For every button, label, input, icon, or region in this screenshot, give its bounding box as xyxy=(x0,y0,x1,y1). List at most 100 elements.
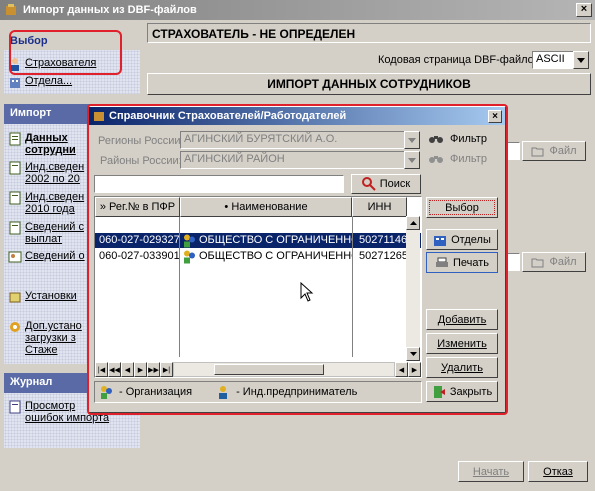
binoculars-icon xyxy=(429,136,443,143)
organization-icon xyxy=(184,234,195,248)
search-button[interactable]: Поиск xyxy=(351,174,421,194)
sidebar-item-label: Сведений о xyxy=(25,250,85,262)
sidebar-item-label-line: Данных xyxy=(25,132,68,144)
sidebar-item-import-payments[interactable]: Сведений с выплат xyxy=(8,221,84,245)
sidebar-item-otdel[interactable]: Отдела... xyxy=(8,75,72,89)
import-employees-button[interactable]: ИМПОРТ ДАННЫХ СОТРУДНИКОВ xyxy=(147,73,591,95)
filter-label: Фильтр xyxy=(450,153,487,165)
window-titlebar: Импорт данных из DBF-файлов × xyxy=(0,0,595,20)
sidebar-item-label: Отдела... xyxy=(25,75,73,87)
column-header-reg[interactable]: » Рег.№ в ПФР xyxy=(95,197,180,217)
edit-button[interactable]: Изменить xyxy=(426,333,498,354)
district-select[interactable]: АГИНСКИЙ РАЙОН xyxy=(180,151,406,169)
log-icon xyxy=(9,400,21,414)
cell-name: ОБЩЕСТВО С ОГРАНИЧЕННОЙ xyxy=(199,234,352,246)
sidebar-item-label-line: 2002 по 20 xyxy=(25,173,80,185)
organization-icon xyxy=(101,386,112,399)
codepage-dropdown-button[interactable] xyxy=(573,51,589,69)
settings-icon xyxy=(9,292,21,303)
table-row[interactable]: 060-027-033901 ОБЩЕСТВО С ОГРАНИЧЕННОЙ 5… xyxy=(95,249,421,264)
add-button[interactable]: Добавить xyxy=(426,309,498,330)
select-button[interactable]: Выбор xyxy=(426,197,498,218)
table-row[interactable]: 060-027-029327 ОБЩЕСТВО С ОГРАНИЧЕННОЙ 5… xyxy=(95,233,421,248)
sidebar-item-import-info[interactable]: Сведений о xyxy=(8,250,85,264)
filter-label: Фильтр xyxy=(450,133,487,145)
filter-region-button[interactable]: Фильтр xyxy=(428,133,487,145)
search-input[interactable] xyxy=(94,175,344,193)
file-path-field-2[interactable] xyxy=(506,253,520,271)
column-divider xyxy=(352,217,353,357)
file-button-2[interactable]: Файл xyxy=(522,252,586,272)
print-button[interactable]: Печать xyxy=(426,252,498,273)
scroll-right-icon[interactable]: ▶ xyxy=(408,362,421,377)
insurer-status-header: СТРАХОВАТЕЛЬ - НЕ ОПРЕДЕЛЕН xyxy=(147,23,591,43)
district-dropdown-button[interactable] xyxy=(404,151,420,169)
nav-next-icon[interactable]: ▶ xyxy=(134,362,147,377)
delete-button[interactable]: Удалить xyxy=(426,357,498,378)
region-select[interactable]: АГИНСКИЙ БУРЯТСКИЙ А.О. xyxy=(180,131,406,149)
district-label: Районы России: xyxy=(100,155,182,167)
search-button-label: Поиск xyxy=(379,178,411,190)
scroll-down-button[interactable] xyxy=(406,347,420,361)
sidebar-item-settings[interactable]: Установки xyxy=(8,290,77,304)
sidebar-item-label-line: Стаже xyxy=(25,344,58,356)
departments-button-label: Отделы xyxy=(451,233,491,246)
scroll-up-button[interactable] xyxy=(406,216,420,230)
codepage-select[interactable]: ASCII xyxy=(532,51,574,69)
scroll-thumb[interactable] xyxy=(214,364,324,375)
person-card-icon xyxy=(8,251,22,263)
nav-last-icon[interactable]: ▶| xyxy=(160,362,173,377)
entrepreneur-icon xyxy=(219,386,228,399)
insurer-table: » Рег.№ в ПФР • Наименование ИНН 060-027… xyxy=(94,196,422,378)
filter-district-button[interactable]: Фильтр xyxy=(428,153,487,165)
gear-icon xyxy=(10,322,20,332)
sidebar-item-import-ind-2010[interactable]: Инд.сведен 2010 года xyxy=(8,191,84,215)
record-navigator: |◀ ◀◀ ◀ ▶ ▶▶ ▶| ◀ ▶ xyxy=(95,362,421,377)
department-icon xyxy=(10,78,20,88)
column-divider xyxy=(179,217,180,357)
folder-open-icon xyxy=(531,258,544,268)
building-icon xyxy=(434,235,447,246)
chevron-down-icon xyxy=(408,157,416,163)
nav-prev-icon[interactable]: ◀ xyxy=(121,362,134,377)
folder-open-icon xyxy=(531,147,544,157)
sidebar-item-import-employees[interactable]: Данных сотрудни xyxy=(8,132,76,156)
region-label: Регионы России: xyxy=(98,135,184,147)
chevron-down-icon xyxy=(409,352,417,356)
nav-next-page-icon[interactable]: ▶▶ xyxy=(147,362,160,377)
highlight-vybor xyxy=(9,30,122,75)
chevron-down-icon xyxy=(408,137,416,143)
column-header-inn[interactable]: ИНН xyxy=(352,197,407,217)
cancel-button[interactable]: Отказ xyxy=(528,461,588,482)
cell-reg: 060-027-033901 xyxy=(99,250,179,262)
file-button-1[interactable]: Файл xyxy=(522,141,586,161)
departments-button[interactable]: Отделы xyxy=(426,229,498,250)
legend-organization-label: - Организация xyxy=(119,386,193,398)
sidebar-item-label-line: Сведений с xyxy=(25,221,84,233)
sidebar-item-extra-settings[interactable]: Доп.устано загрузки з Стаже xyxy=(8,320,82,356)
file-path-field-1[interactable] xyxy=(506,142,520,160)
sidebar-item-label-line: 2010 года xyxy=(25,203,75,215)
window-close-button[interactable]: × xyxy=(576,3,592,17)
file-button-label: Файл xyxy=(549,256,577,268)
exit-door-icon xyxy=(433,385,445,398)
close-dialog-button[interactable]: Закрыть xyxy=(426,381,498,402)
column-header-name[interactable]: • Наименование xyxy=(180,197,352,217)
printer-icon xyxy=(435,257,448,267)
nav-first-icon[interactable]: |◀ xyxy=(95,362,108,377)
cell-reg: 060-027-029327 xyxy=(99,234,179,246)
sidebar-item-label-line: загрузки з xyxy=(25,332,76,344)
region-dropdown-button[interactable] xyxy=(404,131,420,149)
start-button[interactable]: Начать xyxy=(458,461,524,482)
scroll-left-icon[interactable]: ◀ xyxy=(395,362,408,377)
nav-prev-page-icon[interactable]: ◀◀ xyxy=(108,362,121,377)
sidebar-item-import-ind-2002[interactable]: Инд.сведен 2002 по 20 xyxy=(8,161,84,185)
chevron-up-icon xyxy=(409,221,417,225)
table-vertical-scrollbar[interactable] xyxy=(406,216,420,361)
table-horizontal-scrollbar[interactable] xyxy=(173,362,395,377)
document-icon xyxy=(9,132,21,146)
window-title: Импорт данных из DBF-файлов xyxy=(23,4,197,16)
legend-entrepreneur-label: - Инд.предприниматель xyxy=(236,386,358,398)
sidebar-item-label: Установки xyxy=(25,290,77,302)
mouse-cursor-icon xyxy=(300,282,314,302)
